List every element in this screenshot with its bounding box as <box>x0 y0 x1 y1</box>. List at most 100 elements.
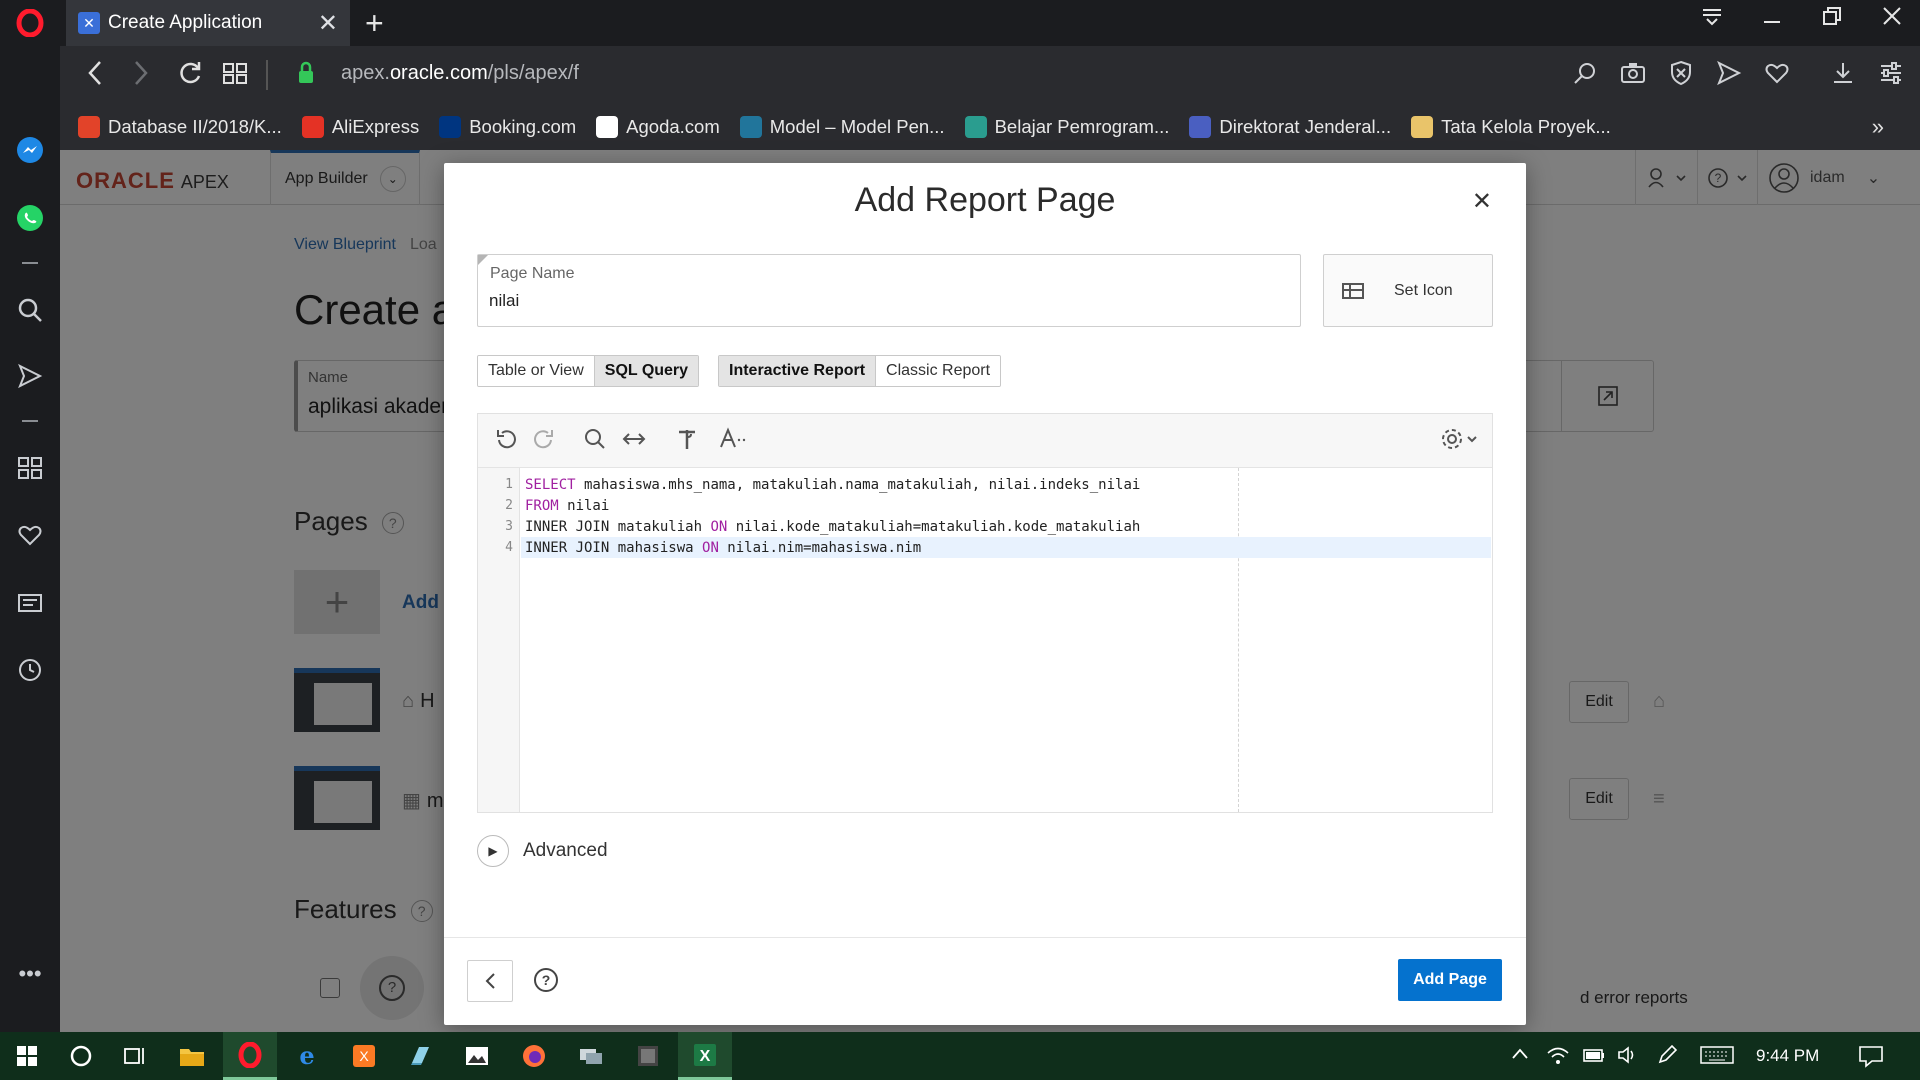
line-number: 1 <box>505 477 513 492</box>
source-type-toggle: Table or View SQL Query <box>477 355 700 387</box>
bookmark-item[interactable]: Database II/2018/K... <box>78 116 282 138</box>
gear-icon[interactable] <box>1440 426 1480 458</box>
forward-icon[interactable] <box>128 58 154 95</box>
new-tab-icon[interactable]: + <box>365 5 384 42</box>
bookmark-label: Belajar Pemrogram... <box>994 116 1170 137</box>
snapshot-icon[interactable] <box>1620 60 1646 93</box>
line-number: 3 <box>505 519 513 534</box>
battery-icon[interactable] <box>1582 1044 1606 1071</box>
download-icon[interactable] <box>1830 60 1856 93</box>
code-line: INNER JOIN matakuliah ON nilai.kode_mata… <box>521 516 1491 537</box>
task-view-icon[interactable] <box>108 1032 162 1080</box>
code-token: ON <box>702 540 719 556</box>
taskbar-clock[interactable]: 9:44 PM <box>1756 1046 1819 1066</box>
minimize-icon[interactable] <box>1760 4 1784 35</box>
source-option-table-or-view[interactable]: Table or View <box>478 356 595 386</box>
tab-create-application[interactable]: ✕ Create Application ✕ <box>66 0 350 46</box>
find-icon[interactable] <box>582 426 608 458</box>
apex-favicon-icon: ✕ <box>78 12 100 34</box>
page-name-input[interactable] <box>489 291 1269 311</box>
back-button[interactable] <box>467 960 513 1002</box>
flow-send-icon[interactable] <box>1716 60 1742 93</box>
font-settings-icon[interactable] <box>718 426 748 458</box>
advanced-toggle[interactable]: ▶ Advanced <box>477 835 608 867</box>
code-line: INNER JOIN mahasiswa ON nilai.nim=mahasi… <box>521 537 1491 558</box>
report-option-classic[interactable]: Classic Report <box>876 356 1001 386</box>
notepad-icon[interactable] <box>393 1032 447 1080</box>
report-option-interactive[interactable]: Interactive Report <box>719 356 877 386</box>
volume-icon[interactable] <box>1616 1044 1640 1071</box>
pen-icon[interactable] <box>1656 1044 1680 1071</box>
news-icon[interactable] <box>12 585 48 621</box>
more-bookmarks-icon[interactable]: » <box>1872 114 1884 140</box>
table-icon <box>1342 282 1364 299</box>
source-option-sql-query[interactable]: SQL Query <box>594 356 699 386</box>
bookmark-item[interactable]: Booking.com <box>439 116 576 138</box>
agoda-icon <box>596 116 619 138</box>
xampp-icon[interactable]: X <box>337 1032 391 1080</box>
easy-setup-icon[interactable] <box>1878 60 1904 93</box>
tab-menu-icon[interactable] <box>1700 4 1724 35</box>
url-field[interactable]: apex.oracle.com/pls/apex/f <box>341 62 579 85</box>
firefox-icon[interactable] <box>507 1032 561 1080</box>
close-window-icon[interactable] <box>1880 4 1904 35</box>
keyboard-icon[interactable] <box>1700 1044 1734 1071</box>
speed-dial-icon[interactable] <box>12 450 48 486</box>
gitlab-icon <box>78 116 100 138</box>
adblock-icon[interactable] <box>1668 60 1694 93</box>
add-page-button[interactable]: Add Page <box>1398 959 1502 1001</box>
opera-logo-icon[interactable] <box>12 5 48 41</box>
add-report-page-dialog: Add Report Page ✕ Page Name Set Icon Tab… <box>444 163 1526 1025</box>
sidebar-divider <box>22 420 38 422</box>
file-explorer-icon[interactable] <box>165 1032 219 1080</box>
bookmark-item[interactable]: Agoda.com <box>596 116 720 138</box>
cortana-search-icon[interactable] <box>54 1032 108 1080</box>
bookmark-item[interactable]: AliExpress <box>301 116 419 138</box>
lock-icon[interactable] <box>296 60 316 93</box>
heart-icon[interactable] <box>12 517 48 553</box>
url-prefix: apex. <box>341 62 390 84</box>
code-line: SELECT mahasiswa.mhs_nama, matakuliah.na… <box>521 474 1491 495</box>
bookmark-item[interactable]: Belajar Pemrogram... <box>964 116 1170 138</box>
bookmark-item[interactable]: Direktorat Jenderal... <box>1189 116 1391 138</box>
edge-icon[interactable]: e <box>280 1032 334 1080</box>
close-icon[interactable]: ✕ <box>1472 187 1492 216</box>
replace-icon[interactable] <box>620 426 648 458</box>
back-icon[interactable] <box>82 58 108 95</box>
notification-icon[interactable] <box>1858 1044 1884 1073</box>
editor-toolbar <box>478 414 1492 468</box>
set-icon-button[interactable]: Set Icon <box>1323 254 1493 327</box>
messenger-icon[interactable] <box>12 132 48 168</box>
windows-start-icon[interactable] <box>0 1032 54 1080</box>
photos-icon[interactable] <box>450 1032 504 1080</box>
close-tab-icon[interactable]: ✕ <box>318 9 338 38</box>
chevron-up-icon[interactable] <box>1510 1044 1530 1069</box>
bookmark-heart-icon[interactable] <box>1764 60 1790 93</box>
tabs-grid-icon[interactable] <box>222 58 248 95</box>
redo-icon[interactable] <box>530 426 556 458</box>
editor-body[interactable]: 1 2 3 4 SELECT mahasiswa.mhs_nama, matakuli… <box>478 468 1492 812</box>
whatsapp-icon[interactable] <box>12 200 48 236</box>
svg-text:e: e <box>299 1043 314 1069</box>
terminal-app-icon[interactable] <box>621 1032 675 1080</box>
wifi-icon[interactable] <box>1546 1044 1570 1071</box>
reload-icon[interactable] <box>176 58 204 95</box>
more-icon[interactable]: ••• <box>12 956 48 992</box>
undo-icon[interactable] <box>494 426 520 458</box>
excel-icon[interactable]: X <box>678 1032 732 1080</box>
history-icon[interactable] <box>12 652 48 688</box>
page-search-icon[interactable] <box>1572 60 1598 93</box>
opera-taskbar-icon[interactable] <box>223 1032 277 1080</box>
network-app-icon[interactable] <box>564 1032 618 1080</box>
help-icon[interactable]: ? <box>534 968 558 992</box>
bookmark-item[interactable]: Tata Kelola Proyek... <box>1411 116 1611 138</box>
code-token: INNER JOIN mahasiswa <box>525 540 703 556</box>
send-icon[interactable] <box>12 358 48 394</box>
search-icon[interactable] <box>12 292 48 328</box>
restore-icon[interactable] <box>1820 4 1844 35</box>
sql-code-area[interactable]: SELECT mahasiswa.mhs_nama, matakuliah.na… <box>521 474 1491 558</box>
play-icon[interactable]: ▶ <box>477 835 509 867</box>
code-token: nilai <box>558 498 610 514</box>
query-builder-icon[interactable] <box>674 426 700 458</box>
bookmark-item[interactable]: Model – Model Pen... <box>739 116 945 138</box>
